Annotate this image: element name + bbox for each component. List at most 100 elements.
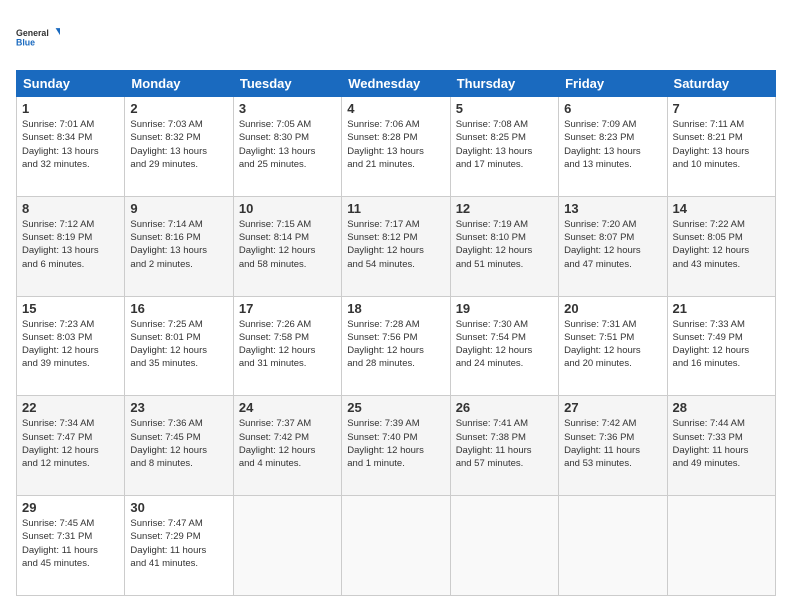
calendar-cell: 6 Sunrise: 7:09 AMSunset: 8:23 PMDaylight… [559, 97, 667, 197]
calendar-cell: 3 Sunrise: 7:05 AMSunset: 8:30 PMDaylight… [233, 97, 341, 197]
calendar-cell: 26 Sunrise: 7:41 AMSunset: 7:38 PMDayligh… [450, 396, 558, 496]
calendar-cell [667, 496, 775, 596]
day-info: Sunrise: 7:22 AMSunset: 8:05 PMDaylight:… [673, 218, 770, 271]
calendar-cell: 7 Sunrise: 7:11 AMSunset: 8:21 PMDaylight… [667, 97, 775, 197]
calendar-cell: 1 Sunrise: 7:01 AMSunset: 8:34 PMDaylight… [17, 97, 125, 197]
day-number: 5 [456, 101, 553, 116]
day-number: 19 [456, 301, 553, 316]
day-number: 16 [130, 301, 227, 316]
calendar-cell: 21 Sunrise: 7:33 AMSunset: 7:49 PMDayligh… [667, 296, 775, 396]
day-info: Sunrise: 7:41 AMSunset: 7:38 PMDaylight:… [456, 417, 553, 470]
day-number: 13 [564, 201, 661, 216]
day-info: Sunrise: 7:36 AMSunset: 7:45 PMDaylight:… [130, 417, 227, 470]
day-info: Sunrise: 7:17 AMSunset: 8:12 PMDaylight:… [347, 218, 444, 271]
weekday-thursday: Thursday [450, 71, 558, 97]
day-info: Sunrise: 7:20 AMSunset: 8:07 PMDaylight:… [564, 218, 661, 271]
day-info: Sunrise: 7:14 AMSunset: 8:16 PMDaylight:… [130, 218, 227, 271]
calendar-cell: 19 Sunrise: 7:30 AMSunset: 7:54 PMDayligh… [450, 296, 558, 396]
day-info: Sunrise: 7:05 AMSunset: 8:30 PMDaylight:… [239, 118, 336, 171]
weekday-tuesday: Tuesday [233, 71, 341, 97]
calendar-cell: 8 Sunrise: 7:12 AMSunset: 8:19 PMDaylight… [17, 196, 125, 296]
day-info: Sunrise: 7:28 AMSunset: 7:56 PMDaylight:… [347, 318, 444, 371]
day-number: 24 [239, 400, 336, 415]
calendar-cell: 29Sunrise: 7:45 AMSunset: 7:31 PMDayligh… [17, 496, 125, 596]
calendar-cell: 10Sunrise: 7:15 AMSunset: 8:14 PMDayligh… [233, 196, 341, 296]
day-info: Sunrise: 7:33 AMSunset: 7:49 PMDaylight:… [673, 318, 770, 371]
calendar-cell: 27 Sunrise: 7:42 AMSunset: 7:36 PMDayligh… [559, 396, 667, 496]
day-number: 7 [673, 101, 770, 116]
day-number: 6 [564, 101, 661, 116]
day-info: Sunrise: 7:26 AMSunset: 7:58 PMDaylight:… [239, 318, 336, 371]
calendar-cell: 24 Sunrise: 7:37 AMSunset: 7:42 PMDayligh… [233, 396, 341, 496]
weekday-saturday: Saturday [667, 71, 775, 97]
day-number: 18 [347, 301, 444, 316]
calendar-cell: 13 Sunrise: 7:20 AMSunset: 8:07 PMDayligh… [559, 196, 667, 296]
day-info: Sunrise: 7:19 AMSunset: 8:10 PMDaylight:… [456, 218, 553, 271]
calendar-cell: 16 Sunrise: 7:25 AMSunset: 8:01 PMDayligh… [125, 296, 233, 396]
day-number: 10 [239, 201, 336, 216]
day-number: 4 [347, 101, 444, 116]
day-number: 29 [22, 500, 119, 515]
weekday-monday: Monday [125, 71, 233, 97]
calendar-cell: 9 Sunrise: 7:14 AMSunset: 8:16 PMDaylight… [125, 196, 233, 296]
weekday-sunday: Sunday [17, 71, 125, 97]
day-info: Sunrise: 7:44 AMSunset: 7:33 PMDaylight:… [673, 417, 770, 470]
day-info: Sunrise: 7:47 AMSunset: 7:29 PMDaylight:… [130, 517, 227, 570]
day-info: Sunrise: 7:37 AMSunset: 7:42 PMDaylight:… [239, 417, 336, 470]
day-number: 28 [673, 400, 770, 415]
day-number: 22 [22, 400, 119, 415]
calendar-cell [233, 496, 341, 596]
weekday-wednesday: Wednesday [342, 71, 450, 97]
day-info: Sunrise: 7:30 AMSunset: 7:54 PMDaylight:… [456, 318, 553, 371]
day-info: Sunrise: 7:09 AMSunset: 8:23 PMDaylight:… [564, 118, 661, 171]
day-info: Sunrise: 7:01 AMSunset: 8:34 PMDaylight:… [22, 118, 119, 171]
day-number: 26 [456, 400, 553, 415]
day-number: 15 [22, 301, 119, 316]
day-info: Sunrise: 7:06 AMSunset: 8:28 PMDaylight:… [347, 118, 444, 171]
calendar-cell: 2 Sunrise: 7:03 AMSunset: 8:32 PMDaylight… [125, 97, 233, 197]
calendar-cell [450, 496, 558, 596]
day-info: Sunrise: 7:34 AMSunset: 7:47 PMDaylight:… [22, 417, 119, 470]
calendar-cell: 20 Sunrise: 7:31 AMSunset: 7:51 PMDayligh… [559, 296, 667, 396]
calendar-cell: 17 Sunrise: 7:26 AMSunset: 7:58 PMDayligh… [233, 296, 341, 396]
calendar-cell: 25 Sunrise: 7:39 AMSunset: 7:40 PMDayligh… [342, 396, 450, 496]
svg-text:General: General [16, 28, 49, 38]
day-number: 23 [130, 400, 227, 415]
day-info: Sunrise: 7:31 AMSunset: 7:51 PMDaylight:… [564, 318, 661, 371]
calendar-cell: 30Sunrise: 7:47 AMSunset: 7:29 PMDayligh… [125, 496, 233, 596]
day-number: 8 [22, 201, 119, 216]
day-number: 20 [564, 301, 661, 316]
day-info: Sunrise: 7:25 AMSunset: 8:01 PMDaylight:… [130, 318, 227, 371]
day-info: Sunrise: 7:42 AMSunset: 7:36 PMDaylight:… [564, 417, 661, 470]
day-number: 2 [130, 101, 227, 116]
calendar-cell: 22 Sunrise: 7:34 AMSunset: 7:47 PMDayligh… [17, 396, 125, 496]
day-number: 9 [130, 201, 227, 216]
header: General Blue [16, 16, 776, 60]
day-info: Sunrise: 7:08 AMSunset: 8:25 PMDaylight:… [456, 118, 553, 171]
day-number: 25 [347, 400, 444, 415]
day-number: 3 [239, 101, 336, 116]
day-number: 17 [239, 301, 336, 316]
calendar-cell: 28 Sunrise: 7:44 AMSunset: 7:33 PMDayligh… [667, 396, 775, 496]
svg-text:Blue: Blue [16, 38, 35, 48]
calendar: SundayMondayTuesdayWednesdayThursdayFrid… [16, 70, 776, 596]
day-info: Sunrise: 7:12 AMSunset: 8:19 PMDaylight:… [22, 218, 119, 271]
day-number: 27 [564, 400, 661, 415]
logo-svg: General Blue [16, 16, 60, 60]
day-number: 1 [22, 101, 119, 116]
calendar-cell: 23 Sunrise: 7:36 AMSunset: 7:45 PMDayligh… [125, 396, 233, 496]
day-info: Sunrise: 7:11 AMSunset: 8:21 PMDaylight:… [673, 118, 770, 171]
day-number: 21 [673, 301, 770, 316]
calendar-cell: 15Sunrise: 7:23 AMSunset: 8:03 PMDayligh… [17, 296, 125, 396]
logo: General Blue [16, 16, 60, 60]
day-number: 12 [456, 201, 553, 216]
calendar-cell: 12 Sunrise: 7:19 AMSunset: 8:10 PMDayligh… [450, 196, 558, 296]
calendar-cell: 11Sunrise: 7:17 AMSunset: 8:12 PMDayligh… [342, 196, 450, 296]
calendar-cell: 18 Sunrise: 7:28 AMSunset: 7:56 PMDayligh… [342, 296, 450, 396]
calendar-cell: 5 Sunrise: 7:08 AMSunset: 8:25 PMDaylight… [450, 97, 558, 197]
day-number: 14 [673, 201, 770, 216]
calendar-cell [559, 496, 667, 596]
day-info: Sunrise: 7:03 AMSunset: 8:32 PMDaylight:… [130, 118, 227, 171]
calendar-cell: 14 Sunrise: 7:22 AMSunset: 8:05 PMDayligh… [667, 196, 775, 296]
day-info: Sunrise: 7:39 AMSunset: 7:40 PMDaylight:… [347, 417, 444, 470]
